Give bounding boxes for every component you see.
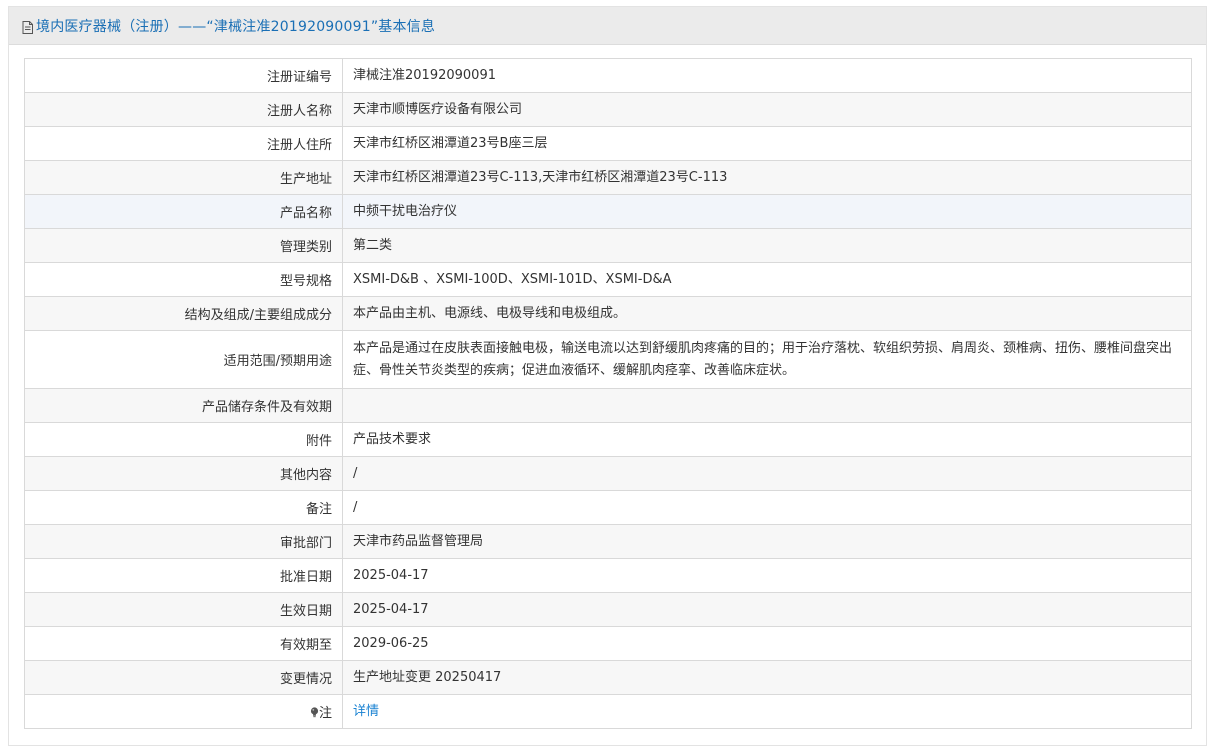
table-row: 结构及组成/主要组成成分 本产品由主机、电源线、电极导线和电极组成。	[24, 296, 1192, 331]
table-row: 适用范围/预期用途 本产品是通过在皮肤表面接触电极，输送电流以达到舒缓肌肉疼痛的…	[24, 330, 1192, 389]
table-row: 注册人名称 天津市顺博医疗设备有限公司	[24, 92, 1192, 127]
row-value: 天津市红桥区湘潭道23号C-113,天津市红桥区湘潭道23号C-113	[342, 160, 1192, 195]
table-row: 变更情况 生产地址变更 20250417	[24, 660, 1192, 695]
row-label: 有效期至	[24, 626, 343, 661]
table-row: 附件 产品技术要求	[24, 422, 1192, 457]
row-value: 天津市顺博医疗设备有限公司	[342, 92, 1192, 127]
row-value: 天津市红桥区湘潭道23号B座三层	[342, 126, 1192, 161]
note-row: 注 详情	[24, 694, 1192, 729]
table-row: 批准日期 2025-04-17	[24, 558, 1192, 593]
row-value: XSMI-D&B 、XSMI-100D、XSMI-101D、XSMI-D&A	[342, 262, 1192, 297]
lightbulb-icon	[310, 707, 319, 718]
row-value: 2025-04-17	[342, 558, 1192, 593]
row-label: 审批部门	[24, 524, 343, 559]
row-label: 注册证编号	[24, 58, 343, 93]
row-value: 本产品由主机、电源线、电极导线和电极组成。	[342, 296, 1192, 331]
note-label: 注	[318, 706, 332, 721]
row-value: 天津市药品监督管理局	[342, 524, 1192, 559]
row-value: 生产地址变更 20250417	[342, 660, 1192, 695]
row-value: 第二类	[342, 228, 1192, 263]
row-label: 产品储存条件及有效期	[24, 388, 343, 423]
details-link[interactable]: 详情	[353, 704, 379, 719]
row-label: 注册人住所	[24, 126, 343, 161]
table-row: 其他内容 /	[24, 456, 1192, 491]
table-row: 型号规格 XSMI-D&B 、XSMI-100D、XSMI-101D、XSMI-…	[24, 262, 1192, 297]
row-label: 注册人名称	[24, 92, 343, 127]
panel-header: 境内医疗器械（注册）——“津械注准20192090091”基本信息	[9, 7, 1206, 45]
detail-panel: 境内医疗器械（注册）——“津械注准20192090091”基本信息 注册证编号 …	[8, 6, 1207, 746]
row-label: 型号规格	[24, 262, 343, 297]
row-value: 2029-06-25	[342, 626, 1192, 661]
row-label: 产品名称	[24, 194, 343, 229]
row-label: 结构及组成/主要组成成分	[24, 296, 343, 331]
row-label: 其他内容	[24, 456, 343, 491]
row-value: 津械注准20192090091	[342, 58, 1192, 93]
row-label: 附件	[24, 422, 343, 457]
row-value: /	[342, 490, 1192, 525]
table-row: 产品储存条件及有效期	[24, 388, 1192, 423]
table-row: 注册人住所 天津市红桥区湘潭道23号B座三层	[24, 126, 1192, 161]
table-row: 生产地址 天津市红桥区湘潭道23号C-113,天津市红桥区湘潭道23号C-113	[24, 160, 1192, 195]
row-value	[342, 388, 1192, 423]
row-label: 生效日期	[24, 592, 343, 627]
row-value: 产品技术要求	[342, 422, 1192, 457]
table-row: 管理类别 第二类	[24, 228, 1192, 263]
row-label: 变更情况	[24, 660, 343, 695]
note-value-cell: 详情	[342, 694, 1192, 729]
row-value: 本产品是通过在皮肤表面接触电极，输送电流以达到舒缓肌肉疼痛的目的；用于治疗落枕、…	[342, 330, 1192, 389]
page-title: 境内医疗器械（注册）——“津械注准20192090091”基本信息	[36, 18, 436, 35]
row-label: 生产地址	[24, 160, 343, 195]
row-value: 中频干扰电治疗仪	[342, 194, 1192, 229]
table-row: 备注 /	[24, 490, 1192, 525]
row-value: 2025-04-17	[342, 592, 1192, 627]
row-label: 批准日期	[24, 558, 343, 593]
document-icon	[22, 19, 33, 34]
info-table: 注册证编号 津械注准20192090091 注册人名称 天津市顺博医疗设备有限公…	[24, 58, 1192, 729]
table-row: 审批部门 天津市药品监督管理局	[24, 524, 1192, 559]
row-label: 管理类别	[24, 228, 343, 263]
table-row: 注册证编号 津械注准20192090091	[24, 58, 1192, 93]
row-value: /	[342, 456, 1192, 491]
note-label-cell: 注	[24, 694, 343, 729]
row-label: 备注	[24, 490, 343, 525]
table-row: 产品名称 中频干扰电治疗仪	[24, 194, 1192, 229]
row-label: 适用范围/预期用途	[24, 330, 343, 389]
table-row: 有效期至 2029-06-25	[24, 626, 1192, 661]
table-row: 生效日期 2025-04-17	[24, 592, 1192, 627]
